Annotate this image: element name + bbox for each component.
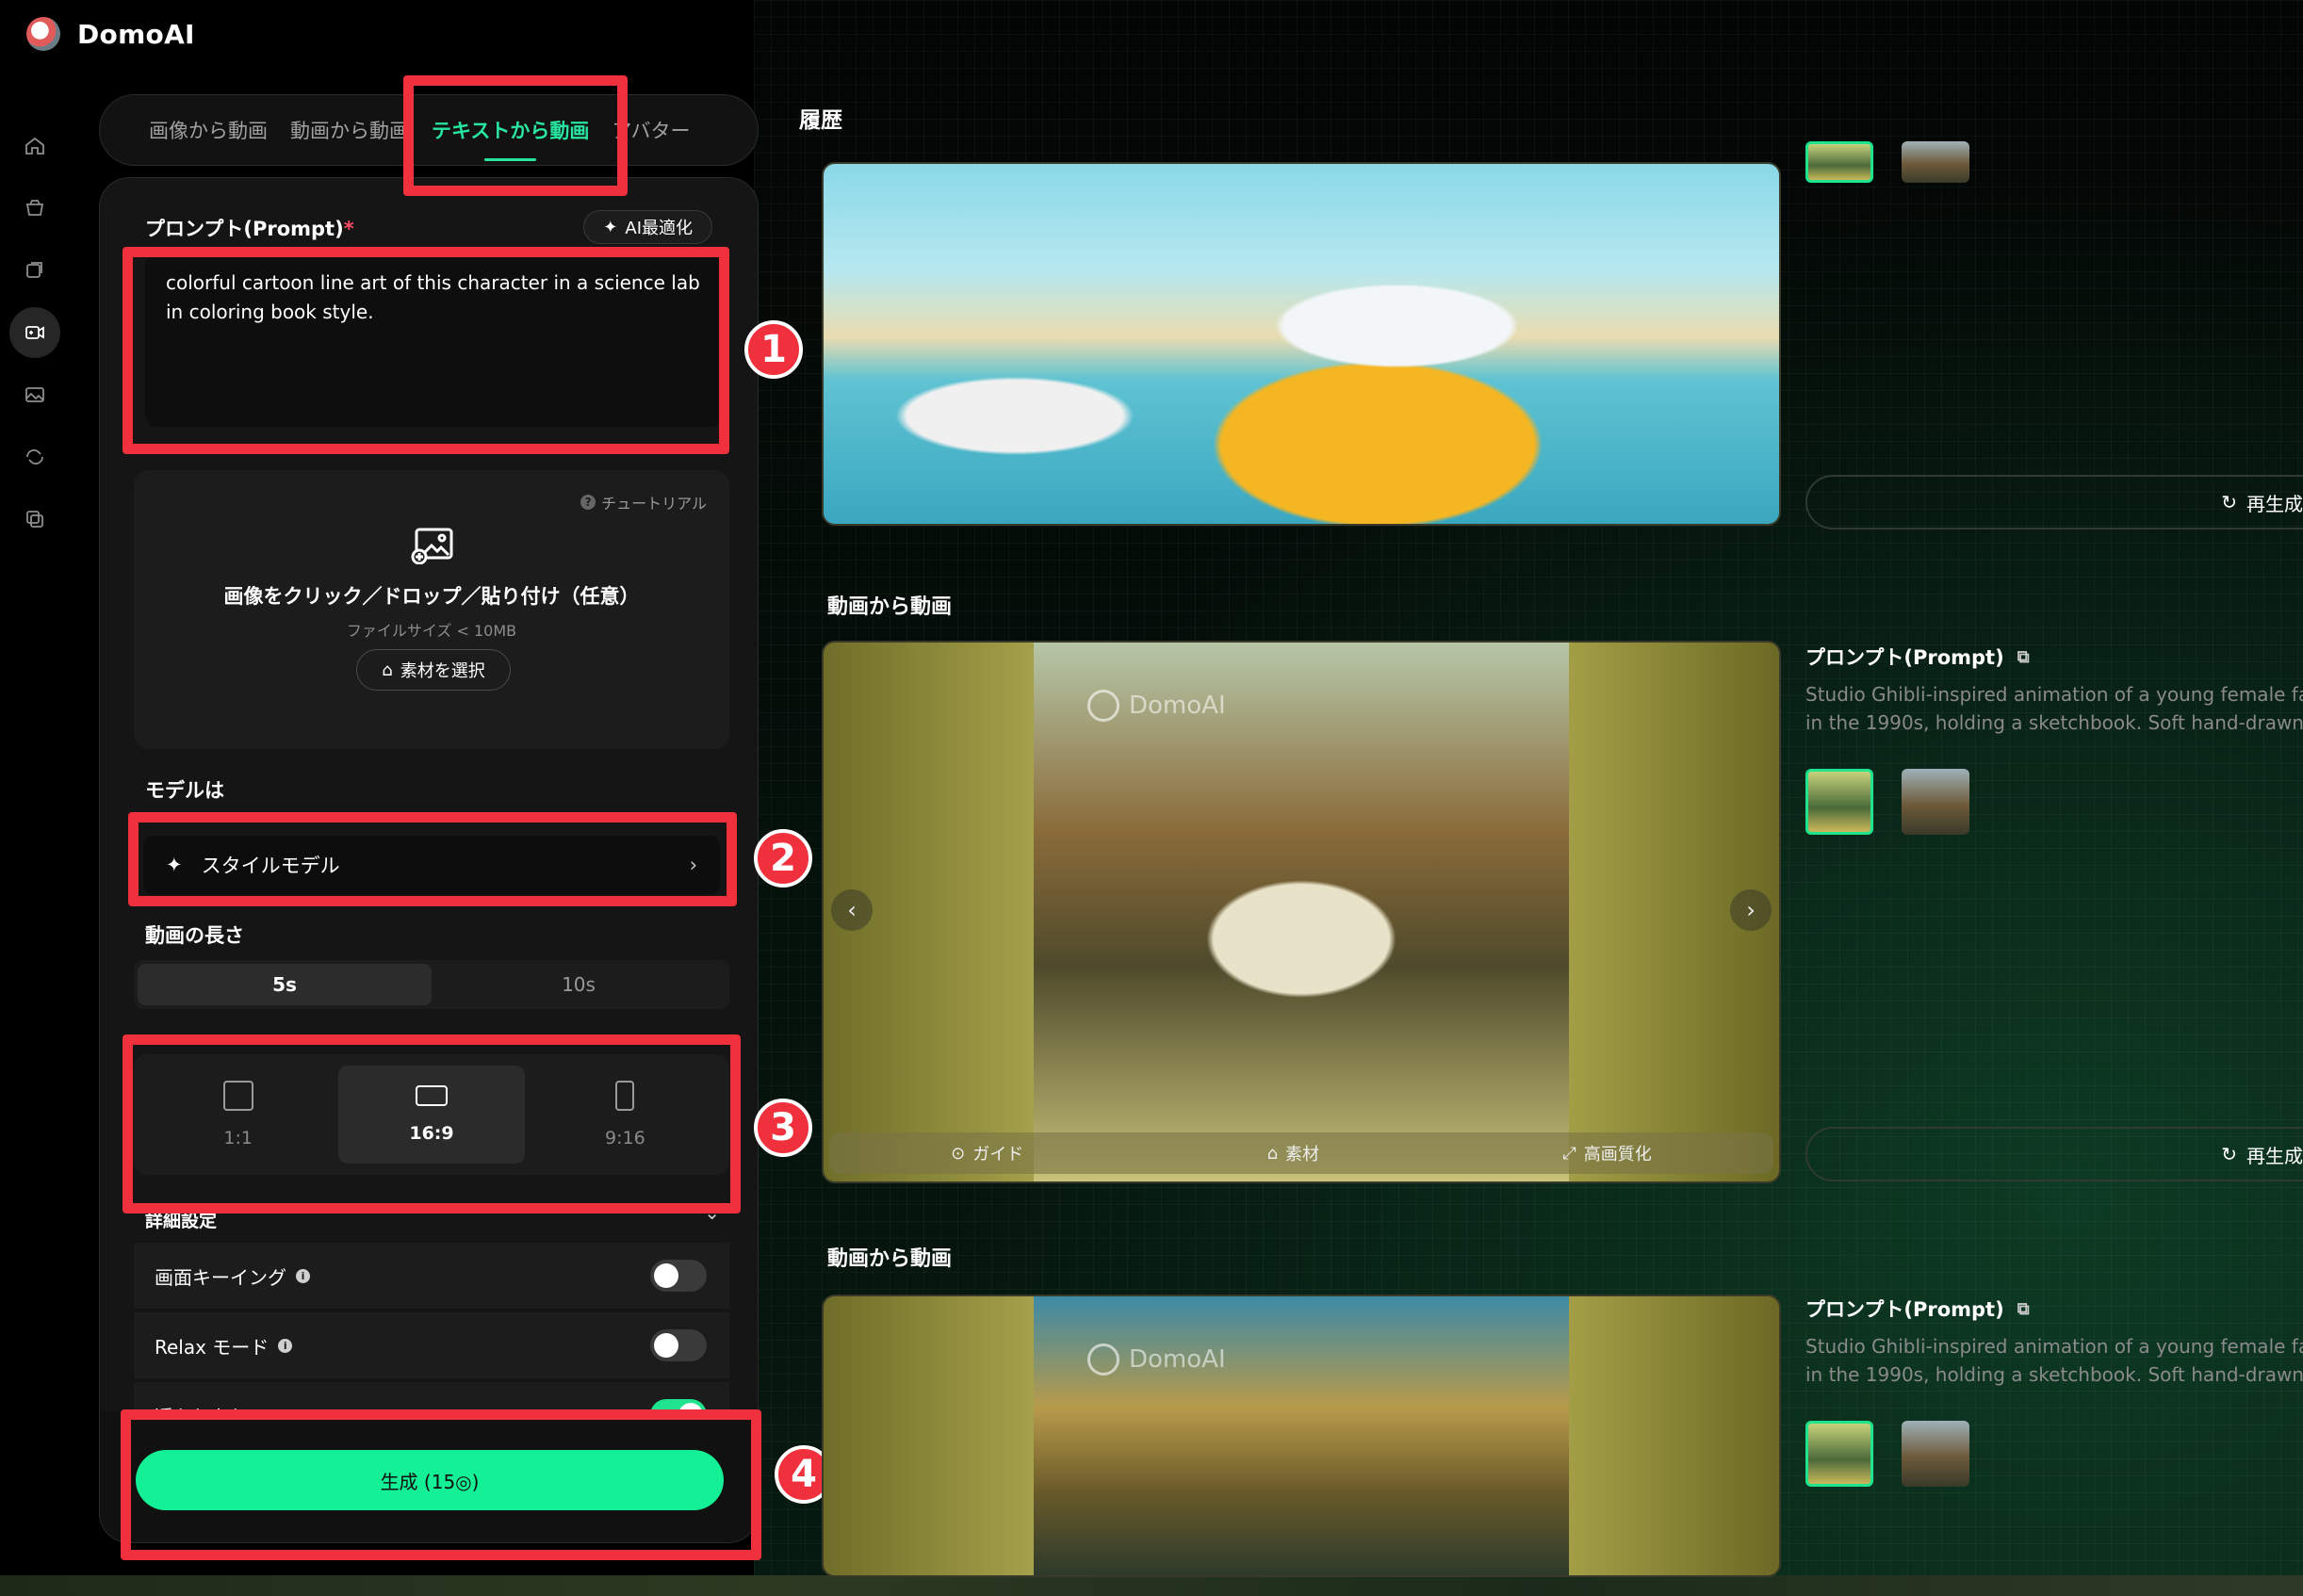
tutorial-link[interactable]: ? チュートリアル — [580, 491, 707, 513]
duration-5s[interactable]: 5s — [138, 964, 432, 1005]
prompt-label: プロンプト(Prompt)* — [145, 218, 354, 240]
annotation-box-tab — [403, 75, 628, 196]
watermark-logo-icon — [1087, 1344, 1119, 1376]
layers-icon[interactable] — [9, 245, 60, 296]
history-card-anime[interactable]: DomoAI ‹ › ⊙ ガイド ⌂ 素材 ⤢ 高画質化 — [822, 641, 1781, 1183]
history-card-beach[interactable] — [822, 162, 1781, 526]
annotation-badge-3: 3 — [754, 1099, 812, 1157]
ai-optimize-button[interactable]: ✦ AI最適化 — [583, 210, 712, 244]
add-image-icon — [411, 528, 453, 564]
info-icon: i — [296, 1268, 310, 1283]
duration-selector: 5s 10s — [134, 960, 729, 1009]
annotation-box-prompt — [122, 247, 729, 454]
box-icon: ⌂ — [382, 660, 393, 680]
file-size-limit: ファイルサイズ < 10MB — [346, 622, 517, 640]
history-title: 履歴 — [799, 108, 842, 133]
regenerate-button[interactable]: ↻ 再生成 — [1805, 475, 2303, 529]
entry-title: 動画から動画 — [827, 595, 953, 619]
watermark-logo-icon — [1087, 690, 1119, 722]
image-upload-area[interactable]: ? チュートリアル 画像をクリック／ドロップ／貼り付け（任意） ファイルサイズ … — [134, 470, 729, 749]
annotation-box-model — [128, 812, 737, 906]
select-material-button[interactable]: ⌂ 素材を選択 — [356, 649, 511, 691]
model-label: モデルは — [145, 779, 224, 802]
logo-icon — [26, 17, 60, 51]
next-arrow-icon[interactable]: › — [1730, 889, 1772, 931]
bottom-strip — [0, 1575, 2303, 1596]
box-icon: ⌂ — [1266, 1143, 1279, 1164]
help-icon: ? — [580, 495, 596, 510]
thumbnail-selected[interactable] — [1805, 141, 1873, 183]
loop-icon[interactable] — [9, 432, 60, 482]
thumbnail-selected[interactable] — [1805, 1421, 1873, 1487]
card-action-bar: ⊙ ガイド ⌂ 素材 ⤢ 高画質化 — [829, 1132, 1773, 1174]
sparkle-icon: ✦ — [603, 217, 618, 237]
annotation-box-generate — [121, 1409, 761, 1560]
guide-button[interactable]: ⊙ ガイド — [951, 1141, 1023, 1165]
home-icon[interactable] — [9, 121, 60, 171]
toggle-row-keying: 画面キーイング i — [134, 1243, 729, 1309]
refresh-icon: ↻ — [2221, 1143, 2237, 1165]
prev-arrow-icon[interactable]: ‹ — [831, 889, 873, 931]
thumbnail[interactable] — [1902, 141, 1969, 183]
thumbnail[interactable] — [1902, 1421, 1969, 1487]
entry-title: 動画から動画 — [827, 1247, 953, 1271]
refresh-icon: ↻ — [2221, 491, 2237, 513]
copy-icon[interactable] — [9, 494, 60, 545]
download-icon: ⊙ — [951, 1143, 966, 1164]
brand-name: DomoAI — [77, 18, 195, 50]
material-button[interactable]: ⌂ 素材 — [1267, 1141, 1319, 1165]
thumbnail[interactable] — [1902, 769, 1969, 835]
toggle-row-relax: Relax モード i — [134, 1312, 729, 1378]
prompt-heading: プロンプト(Prompt) ⧉ — [1805, 1298, 2030, 1321]
upload-instruction: 画像をクリック／ドロップ／貼り付け（任意） — [223, 585, 640, 608]
regenerate-button[interactable]: ↻ 再生成 — [1805, 1127, 2303, 1181]
duration-10s[interactable]: 10s — [432, 964, 726, 1005]
copy-icon[interactable]: ⧉ — [2017, 647, 2030, 667]
prompt-text: Studio Ghibli-inspired animation of a yo… — [1805, 1335, 2303, 1386]
annotation-box-ratio — [122, 1034, 741, 1213]
annotation-badge-2: 2 — [754, 829, 812, 888]
archive-icon[interactable] — [9, 183, 60, 234]
video-icon[interactable] — [9, 307, 60, 358]
brand[interactable]: DomoAI — [26, 17, 195, 51]
left-rail — [9, 121, 60, 556]
prompt-text: Studio Ghibli-inspired animation of a yo… — [1805, 683, 2303, 734]
thumbnail-selected[interactable] — [1805, 769, 1873, 835]
watermark: DomoAI — [1087, 690, 1226, 722]
expand-icon: ⤢ — [1562, 1143, 1576, 1164]
copy-icon[interactable]: ⧉ — [2017, 1299, 2030, 1319]
duration-label: 動画の長さ — [145, 924, 244, 947]
relax-mode-switch[interactable] — [650, 1329, 707, 1361]
tab-video-to-video[interactable]: 動画から動画 — [290, 116, 409, 144]
history-card-anime-2[interactable]: DomoAI — [822, 1295, 1781, 1577]
keying-switch[interactable] — [650, 1260, 707, 1292]
tab-image-to-video[interactable]: 画像から動画 — [149, 116, 268, 144]
upscale-button[interactable]: ⤢ 高画質化 — [1562, 1141, 1651, 1165]
watermark: DomoAI — [1087, 1344, 1226, 1376]
annotation-badge-1: 1 — [744, 320, 803, 379]
image-icon[interactable] — [9, 369, 60, 420]
prompt-heading: プロンプト(Prompt) ⧉ — [1805, 646, 2030, 669]
info-icon: i — [278, 1338, 293, 1353]
